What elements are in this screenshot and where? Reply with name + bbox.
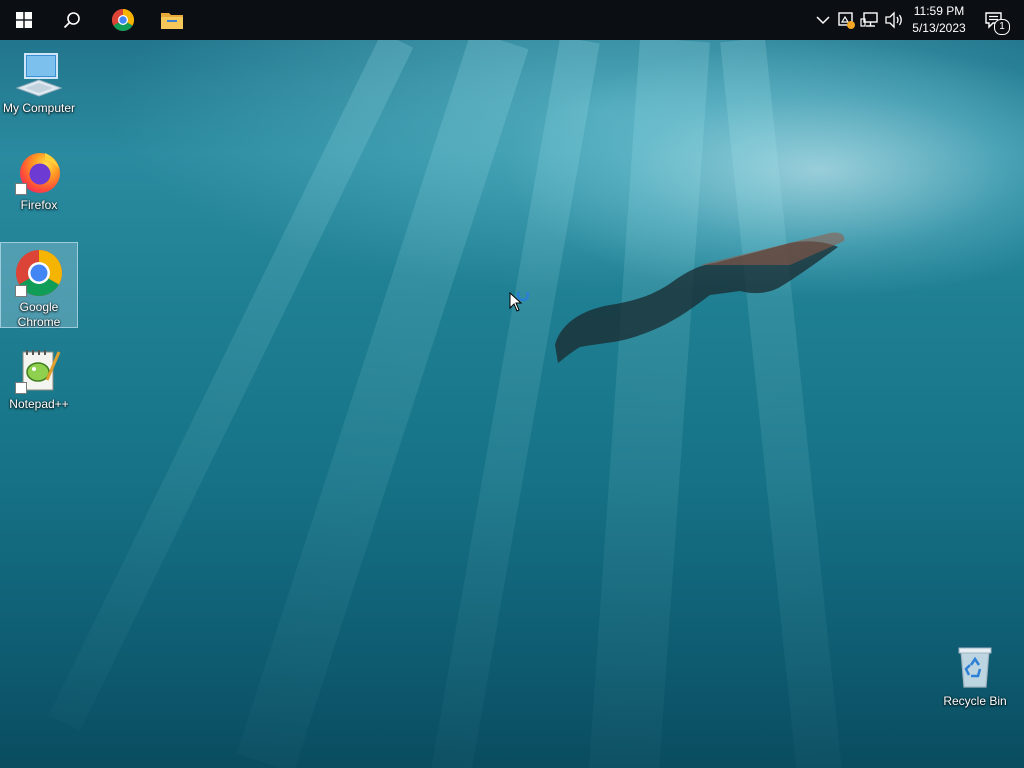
desktop-icon-recycle-bin[interactable]: Recycle Bin (937, 637, 1013, 713)
chrome-taskbar-button[interactable] (98, 0, 148, 40)
desktop-icon-label: Notepad++ (9, 397, 69, 411)
computer-icon (15, 50, 63, 98)
desktop-icon-notepadpp[interactable]: Notepad++ (1, 340, 77, 416)
chrome-icon (15, 249, 63, 297)
clock[interactable]: 11:59 PM 5/13/2023 (904, 3, 974, 37)
security-tray-button[interactable] (836, 10, 856, 30)
shortcut-arrow-icon (15, 285, 27, 297)
volume-icon (885, 11, 902, 29)
shortcut-arrow-icon (15, 382, 27, 394)
folder-icon (161, 13, 183, 29)
taskbar: 11:59 PM 5/13/2023 1 (0, 0, 1024, 40)
recycle-bin-icon (951, 643, 999, 691)
notification-count-badge: 1 (994, 19, 1010, 35)
start-button[interactable] (0, 0, 48, 40)
clock-time: 11:59 PM (913, 4, 965, 18)
firefox-icon (15, 147, 63, 195)
desktop-icon-label: Recycle Bin (943, 694, 1007, 708)
network-icon (860, 12, 878, 27)
chevron-up-icon (816, 16, 830, 25)
mouse-cursor-icon (509, 292, 530, 312)
desktop-icon-firefox[interactable]: Firefox (1, 141, 77, 217)
windows-logo-icon (16, 12, 32, 28)
search-button[interactable] (48, 0, 96, 40)
desktop-icon-google-chrome[interactable]: Google Chrome (0, 242, 78, 329)
desktop-icon-label: Firefox (20, 198, 58, 212)
desktop-icon-my-computer[interactable]: My Computer (1, 44, 77, 120)
show-hidden-icons-button[interactable] (813, 10, 833, 30)
desktop-icon-label: My Computer (2, 101, 76, 115)
chrome-icon (112, 9, 134, 31)
security-warning-icon (838, 12, 855, 29)
shortcut-arrow-icon (15, 183, 27, 195)
desktop[interactable]: 11:59 PM 5/13/2023 1 My Computer Firefox… (0, 0, 1024, 768)
diver-silhouette (555, 232, 845, 363)
notepadpp-icon (15, 346, 63, 394)
file-explorer-taskbar-button[interactable] (148, 0, 196, 40)
search-icon (63, 12, 80, 29)
desktop-icon-label: Google Chrome (17, 300, 61, 329)
volume-tray-button[interactable] (884, 10, 904, 30)
action-center-button[interactable]: 1 (981, 10, 1010, 35)
clock-date: 5/13/2023 (912, 21, 966, 35)
network-tray-button[interactable] (860, 10, 880, 30)
